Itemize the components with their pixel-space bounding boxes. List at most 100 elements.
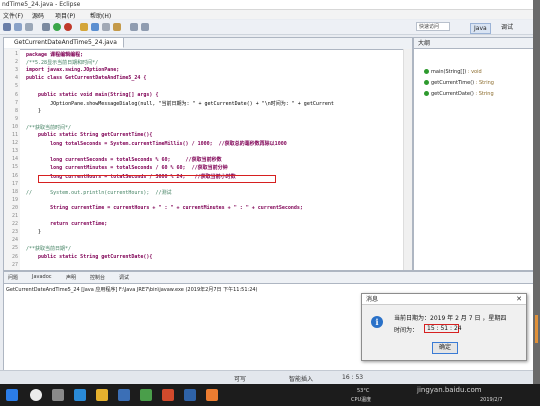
code-line: long currentSeconds = totalSeconds % 60;…: [26, 157, 222, 164]
outline-item[interactable]: getCurrentDate() : String: [424, 91, 494, 97]
outline-item[interactable]: main(String[]) : void: [424, 69, 482, 75]
outline-item-name: main(String[]): [431, 69, 467, 75]
package-icon[interactable]: [80, 23, 88, 31]
info-icon: i: [371, 316, 383, 328]
line-number: 24: [11, 237, 18, 244]
line-number: 11: [11, 132, 18, 138]
debug-icon[interactable]: [42, 23, 50, 31]
line-number: 6: [14, 91, 18, 98]
menu-source[interactable]: 源码: [32, 11, 44, 20]
code-line: long currentMinutes = totalSeconds / 60 …: [26, 165, 228, 172]
cpu-temp: 53°C: [357, 388, 370, 394]
menu-file[interactable]: 文件(F): [3, 11, 23, 20]
line-number: 3: [14, 67, 18, 74]
perspective-java[interactable]: Java: [470, 23, 491, 34]
method-icon: [424, 80, 429, 85]
code-editor[interactable]: GetCurrentDateAndTime5_24.java 123456789…: [3, 37, 413, 271]
taskbar-date: 2019/2/7: [480, 397, 503, 403]
line-number: 22: [11, 221, 18, 228]
outline-view: 大纲 main(String[]) : void getCurrentTime(…: [413, 37, 533, 271]
message-dialog: 消息 ✕ i 当前日期为：2019 年 2 月 7 日 ，星期四 时间为： 15…: [361, 293, 527, 361]
outline-item-type: : String: [474, 80, 494, 86]
outline-item-name: getCurrentTime(): [431, 80, 475, 86]
editor-scrollbar[interactable]: [403, 49, 412, 270]
line-number: 5: [14, 83, 18, 90]
menu-project[interactable]: 项目(P): [55, 11, 75, 20]
outline-title: 大纲: [414, 38, 533, 49]
eclipse-icon[interactable]: [184, 389, 196, 401]
edge-icon[interactable]: [74, 389, 86, 401]
search-icon[interactable]: [30, 389, 42, 401]
status-writable: 可写: [234, 376, 247, 383]
window-title: ndTime5_24.java - Eclipse: [2, 1, 81, 8]
code-line: package 课程编辑编程;: [26, 52, 84, 58]
tab-console[interactable]: 控制台: [90, 274, 105, 281]
line-number: 23: [11, 229, 18, 236]
status-insert-mode: 智能插入: [289, 376, 314, 383]
back-icon[interactable]: [130, 23, 138, 31]
file-explorer-icon[interactable]: [96, 389, 108, 401]
line-number: 18: [11, 188, 18, 195]
code-line: import javax.swing.JOptionPane;: [26, 67, 120, 74]
print-icon[interactable]: [25, 23, 33, 31]
class-icon[interactable]: [91, 23, 99, 31]
line-gutter: 1 2 3 4 5 6 7 8 9 10 11 12 13 14 15 16 17 18 19 20 21 22 23 24 2…: [4, 49, 20, 270]
method-icon: [424, 69, 429, 74]
close-icon[interactable]: ✕: [516, 295, 522, 303]
line-number: 16: [11, 172, 18, 179]
code-line: public class GetCurrentDateAndTime5_24 {: [26, 75, 147, 82]
code-area[interactable]: package 课程编辑编程; /**5.28显示当前日期和时间*/import …: [20, 49, 396, 270]
task-view-icon[interactable]: [52, 389, 64, 401]
code-line: }: [26, 107, 42, 114]
watermark: jingyan.baidu.com: [417, 386, 482, 394]
quick-access-input[interactable]: 快速访问: [416, 22, 450, 31]
wechat-icon[interactable]: [140, 389, 152, 401]
tab-problems[interactable]: 问题: [8, 274, 18, 281]
line-number: 27: [11, 261, 18, 268]
search-icon[interactable]: [102, 23, 110, 31]
line-number: 25: [11, 245, 18, 252]
code-line: long totalSeconds = System.currentTimeMi…: [26, 141, 287, 148]
eclipse-window: ndTime5_24.java - Eclipse 文件(F) 源码 项目(P)…: [0, 0, 533, 384]
perspective-debug[interactable]: 调试: [498, 23, 516, 32]
line-number: 7: [14, 99, 18, 106]
app-icon[interactable]: [162, 389, 174, 401]
tab-debug[interactable]: 调试: [119, 274, 129, 281]
line-number: 21: [11, 213, 18, 219]
tab-declaration[interactable]: 声明: [66, 274, 76, 281]
folder-icon[interactable]: [113, 23, 121, 31]
save-icon[interactable]: [14, 23, 22, 31]
line-number: 4: [14, 75, 18, 82]
java-icon[interactable]: [206, 389, 218, 401]
title-bar: ndTime5_24.java - Eclipse: [0, 0, 533, 10]
code-line: // System.out.println(currentHours); //测…: [26, 189, 172, 196]
code-line: public static void main(String[] args) {: [26, 91, 159, 98]
stop-icon[interactable]: [64, 23, 72, 31]
forward-icon[interactable]: [141, 23, 149, 31]
line-number: 1: [14, 51, 18, 57]
outline-item-name: getCurrentDate(): [431, 91, 474, 97]
code-line: public static String getCurrentTime(){: [26, 132, 153, 138]
editor-tab[interactable]: GetCurrentDateAndTime5_24.java: [4, 38, 124, 48]
run-icon[interactable]: [53, 23, 61, 31]
code-line: /**5.28显示当前日期和时间*/: [26, 60, 99, 67]
console-output: GetCurrentDateAndTime5_24 [Java 应用程序] F:…: [6, 287, 258, 293]
code-line: return currentTime;: [26, 221, 108, 228]
word-icon[interactable]: [118, 389, 130, 401]
cpu-temp-label: CPU温度: [351, 397, 372, 403]
menu-help[interactable]: 帮助(H): [90, 11, 111, 20]
outline-item[interactable]: getCurrentTime() : String: [424, 80, 494, 86]
windows-start-icon[interactable]: [6, 389, 18, 401]
dialog-time-value: 15 : 51 : 24: [427, 325, 462, 332]
dialog-date-line: 当前日期为：2019 年 2 月 7 日 ，星期四: [394, 315, 507, 322]
tab-javadoc[interactable]: Javadoc: [32, 274, 52, 280]
line-number: 19: [11, 196, 18, 203]
code-line: public static String getCurrentDate(){: [26, 253, 153, 260]
new-icon[interactable]: [3, 23, 11, 31]
outline-item-type: : void: [466, 69, 482, 75]
line-number: 20: [11, 204, 18, 211]
line-number: 14: [11, 156, 18, 163]
line-number: 8: [14, 107, 18, 114]
page-scrollbar-thumb[interactable]: [535, 315, 538, 343]
ok-button[interactable]: 确定: [432, 342, 458, 354]
